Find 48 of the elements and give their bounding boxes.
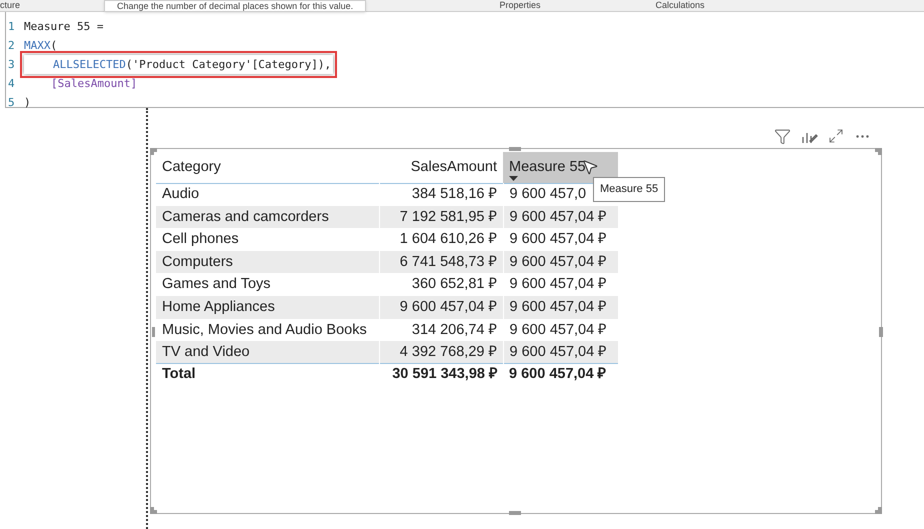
column-header[interactable]: Measure 55 [503,152,618,183]
corner-handle[interactable] [875,507,882,514]
code-line: ) [24,95,31,111]
resize-handle[interactable] [509,147,521,151]
total-cell: 30 591 343,98 ₽ [379,364,503,386]
resize-handle[interactable] [879,327,883,337]
table-cell: Audio [156,183,379,206]
ribbon-tab[interactable]: Calculations [600,1,760,10]
code-line: [SalesAmount] [50,76,138,92]
table-cell: TV and Video [156,341,379,364]
line-number: 2 [7,38,16,54]
corner-handle[interactable] [875,148,882,155]
column-header[interactable]: SalesAmount [379,152,503,183]
table-cell: Cell phones [156,228,379,251]
focus-mode-icon[interactable] [828,128,844,144]
total-cell: Total [156,364,379,386]
table-cell: 9 600 457,04 ₽ [503,296,618,319]
table-cell: Games and Toys [156,273,379,296]
line-number: 5 [7,95,16,111]
filter-icon[interactable] [774,128,791,145]
table-cell: Computers [156,250,379,274]
ribbon-tab[interactable]: cture [0,1,100,10]
formula-editor[interactable]: 1 Measure 55 = 2 MAXX( 3 ALLSELECTED('Product Category'[Category]), 4 [SalesAmount] 5 ) [5,12,924,108]
table-cell: 9 600 457,04 ₽ [379,296,503,319]
line-number: 1 [7,19,16,35]
code-line: MAXX( [24,38,58,54]
total-cell: 9 600 457,04 ₽ [503,364,618,386]
line-number: 3 [7,57,16,73]
table-cell: 7 192 581,95 ₽ [379,206,503,228]
column-header[interactable]: Category [156,152,379,183]
table-cell: 9 600 457,04 ₽ [503,250,618,274]
table-cell: Cameras and camcorders [156,206,379,228]
table-cell: Home Appliances [156,296,379,319]
corner-handle[interactable] [150,507,157,514]
table-cell: 9 600 457,04 ₽ [503,341,618,364]
table-cell: 6 741 548,73 ₽ [379,250,503,274]
table-cell: Music, Movies and Audio Books [156,318,379,342]
resize-handle[interactable] [509,511,521,515]
code-line: Measure 55 = [24,19,104,35]
ribbon-tab[interactable]: Properties [440,1,600,10]
tooltip: Change the number of decimal places shown for this value. [104,0,366,12]
line-number: 4 [7,76,16,92]
tooltip: Measure 55 [593,177,666,202]
corner-handle[interactable] [150,148,157,155]
resize-handle[interactable] [152,327,155,337]
table-cell: 4 392 768,29 ₽ [379,341,503,364]
table-cell: 9 600 457,04 ₽ [503,206,618,228]
sort-descending-icon [509,176,518,180]
